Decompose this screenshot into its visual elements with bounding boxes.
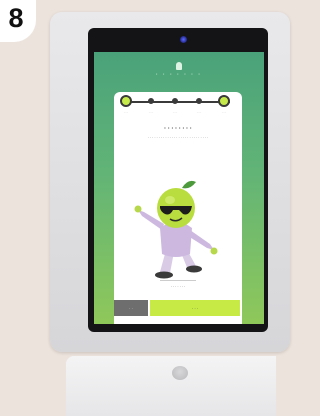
caption-text: · · · · · · · [170, 285, 186, 289]
step-label: · · · [196, 110, 202, 114]
step-label: · · · [221, 110, 227, 114]
step-label: · · · [123, 110, 129, 114]
onboarding-card: · · · · · · · · · · · · · · · · · · · · … [114, 92, 242, 324]
step-indicator-3[interactable] [172, 98, 178, 104]
figure-number-badge: 8 [0, 0, 36, 42]
kiosk-base [66, 356, 276, 416]
step-indicator-1[interactable] [120, 95, 132, 107]
step-indicator-2[interactable] [148, 98, 154, 104]
back-button-label: · · [129, 305, 133, 311]
brand-name: · · · · · · · [156, 72, 202, 78]
step-label: · · · [148, 110, 154, 114]
step-indicator-5[interactable] [218, 95, 230, 107]
progress-track [126, 101, 230, 103]
step-label: · · · [172, 110, 178, 114]
caption-divider [160, 280, 196, 281]
mascot-illustration [134, 180, 218, 279]
step-indicator-4[interactable] [196, 98, 202, 104]
back-button[interactable]: · · [114, 300, 148, 316]
card-description: · · · · · · · · · · · · · · · · · · · · … [147, 136, 209, 140]
camera-icon [180, 36, 187, 43]
sensor-icon [172, 366, 188, 380]
kiosk-screen: · · · · · · · · · · · · · · · · · · · · … [94, 52, 264, 324]
next-button-label: · · · [191, 305, 199, 311]
brand-logo-icon [176, 62, 182, 70]
figure-number: 8 [8, 2, 24, 33]
card-title: · · · · · · · · [164, 126, 192, 132]
next-button[interactable]: · · · [150, 300, 240, 316]
